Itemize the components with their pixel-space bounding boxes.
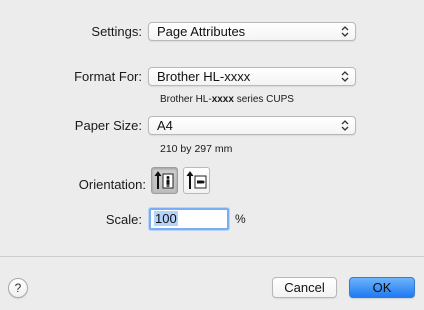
page-setup-dialog: Settings: Page Attributes Format For: Br… bbox=[0, 0, 424, 310]
cancel-button[interactable]: Cancel bbox=[272, 277, 337, 298]
portrait-orientation-icon bbox=[154, 171, 174, 189]
format-for-label: Format For: bbox=[74, 69, 142, 84]
orientation-portrait-button[interactable] bbox=[151, 167, 178, 194]
printer-description-model: xxxx bbox=[211, 94, 234, 105]
printer-description-suffix: series CUPS bbox=[233, 94, 294, 105]
format-for-value: Brother HL-xxxx bbox=[157, 69, 251, 84]
scale-label: Scale: bbox=[105, 212, 142, 227]
landscape-orientation-icon bbox=[186, 171, 207, 189]
paper-size-popup[interactable]: A4 bbox=[148, 116, 356, 135]
orientation-label: Orientation: bbox=[78, 177, 146, 192]
printer-description: Brother HL-xxxx series CUPS bbox=[160, 94, 294, 105]
paper-size-value: A4 bbox=[157, 118, 173, 133]
ok-button[interactable]: OK bbox=[349, 277, 415, 298]
scale-value: 100 bbox=[154, 211, 178, 226]
scale-unit: % bbox=[235, 212, 246, 226]
paper-size-label: Paper Size: bbox=[74, 118, 142, 133]
settings-value: Page Attributes bbox=[157, 24, 246, 39]
scale-input[interactable]: 100 bbox=[149, 208, 229, 230]
printer-description-prefix: Brother HL- bbox=[160, 94, 212, 105]
help-icon: ? bbox=[14, 281, 22, 295]
settings-label: Settings: bbox=[91, 24, 142, 39]
orientation-landscape-button[interactable] bbox=[183, 167, 210, 194]
settings-popup[interactable]: Page Attributes bbox=[148, 22, 356, 41]
format-for-popup[interactable]: Brother HL-xxxx bbox=[148, 67, 356, 86]
popup-arrows-icon bbox=[341, 71, 349, 82]
help-button[interactable]: ? bbox=[8, 278, 28, 298]
footer-divider bbox=[0, 256, 424, 257]
popup-arrows-icon bbox=[341, 120, 349, 131]
popup-arrows-icon bbox=[341, 26, 349, 37]
paper-dimensions: 210 by 297 mm bbox=[160, 143, 233, 155]
